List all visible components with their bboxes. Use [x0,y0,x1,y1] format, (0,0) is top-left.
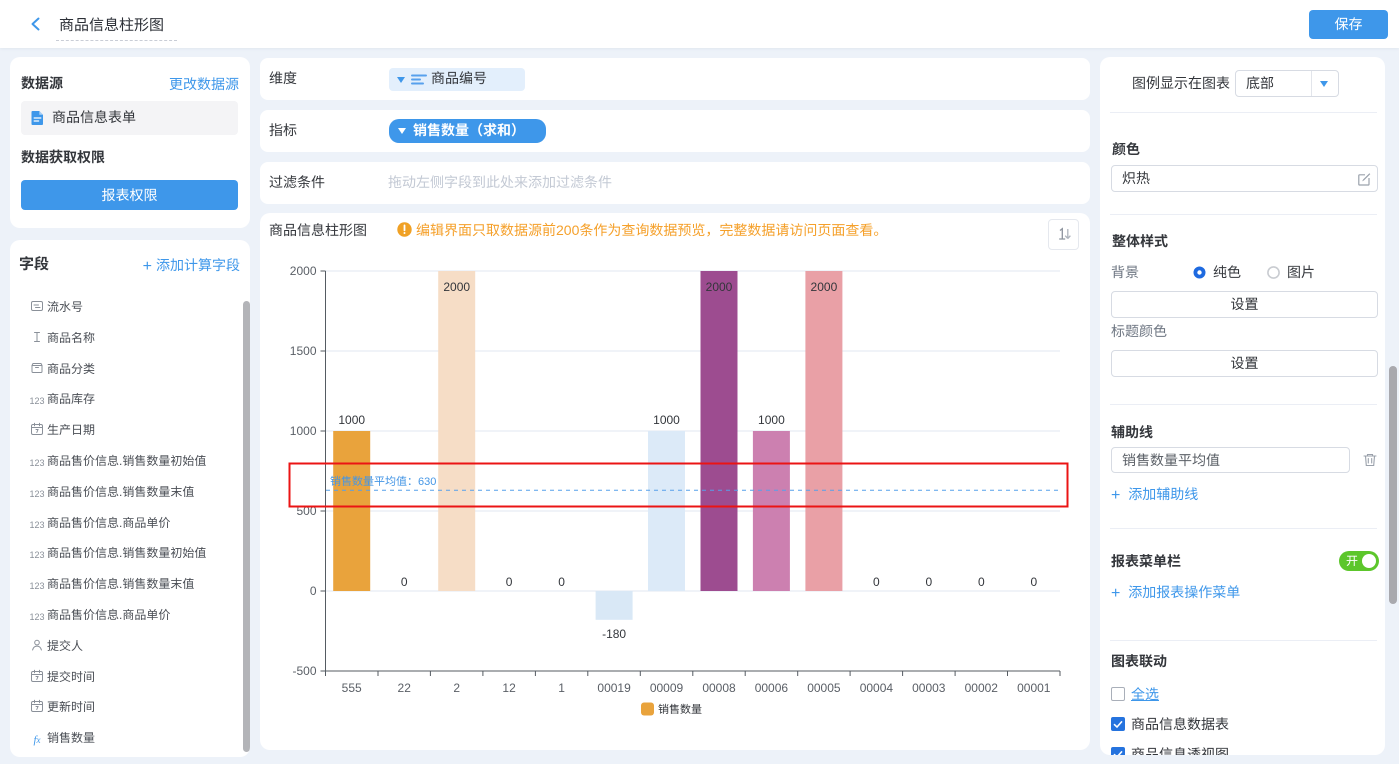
svg-text:0: 0 [925,575,932,589]
svg-text:2000: 2000 [706,280,733,294]
svg-text:00003: 00003 [912,681,946,695]
svg-text:0: 0 [558,575,565,589]
svg-text:0: 0 [310,584,317,598]
svg-text:-180: -180 [602,627,626,641]
svg-text:00004: 00004 [860,681,894,695]
svg-text:00009: 00009 [650,681,684,695]
svg-text:1000: 1000 [758,413,785,427]
svg-text:00002: 00002 [965,681,999,695]
svg-text:1500: 1500 [290,344,317,358]
svg-text:2000: 2000 [811,280,838,294]
svg-text:0: 0 [873,575,880,589]
svg-text:1000: 1000 [290,424,317,438]
svg-text:1000: 1000 [338,413,365,427]
svg-text:2000: 2000 [290,264,317,278]
svg-text:0: 0 [401,575,408,589]
svg-text:2000: 2000 [443,280,470,294]
svg-text:2: 2 [453,681,460,695]
svg-text:00001: 00001 [1017,681,1051,695]
svg-text:-500: -500 [292,664,316,678]
svg-text:00019: 00019 [597,681,631,695]
svg-text:1000: 1000 [653,413,680,427]
svg-text:555: 555 [342,681,362,695]
svg-text:0: 0 [1030,575,1037,589]
svg-text:1: 1 [558,681,565,695]
svg-text:00005: 00005 [807,681,841,695]
svg-text:0: 0 [506,575,513,589]
svg-text:0: 0 [978,575,985,589]
svg-text:12: 12 [502,681,516,695]
svg-text:销售数量: 销售数量 [658,703,702,716]
svg-text:销售数量平均值：630: 销售数量平均值：630 [330,475,436,488]
svg-text:00008: 00008 [702,681,736,695]
svg-text:00006: 00006 [755,681,789,695]
svg-text:22: 22 [398,681,412,695]
